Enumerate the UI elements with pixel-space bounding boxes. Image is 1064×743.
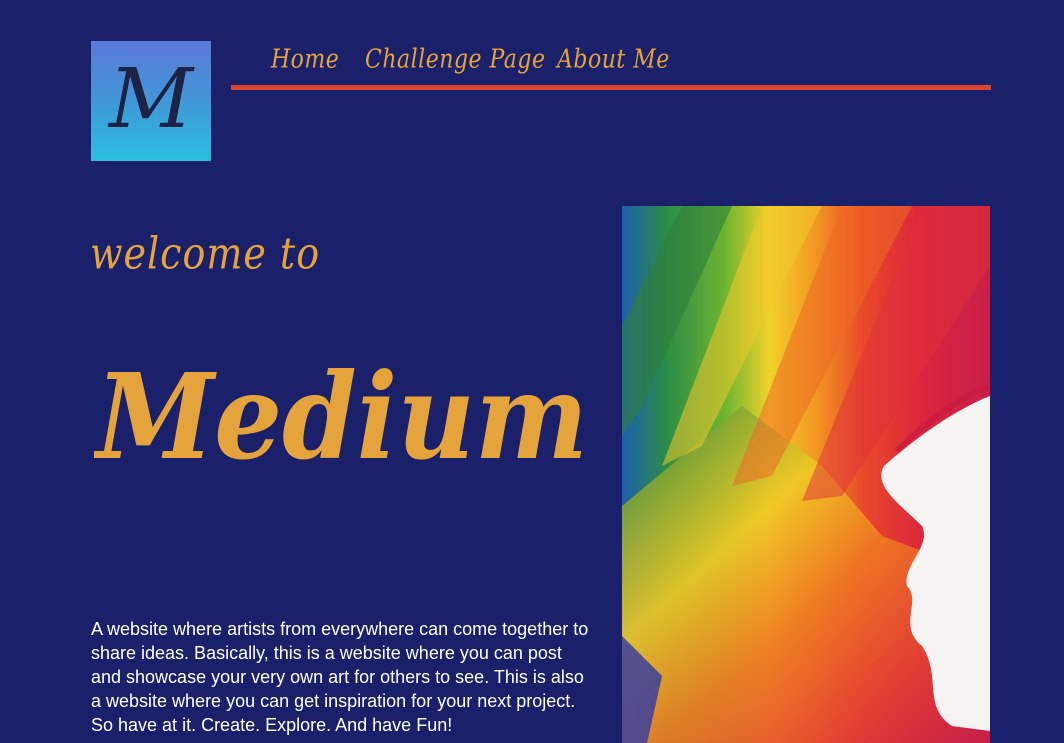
svg-text:M: M — [107, 52, 195, 147]
brand-wordmark: Medium — [92, 340, 594, 500]
site-description: A website where artists from everywhere … — [91, 619, 589, 735]
nav-link-about-me[interactable]: About Me — [557, 45, 670, 75]
hero-image — [622, 206, 990, 743]
main-nav: Home Challenge Page About Me — [231, 41, 991, 90]
nav-link-home[interactable]: Home — [271, 45, 339, 75]
site-logo[interactable]: M — [91, 41, 211, 161]
welcome-heading: welcome to — [90, 228, 321, 279]
logo-monogram-icon: M — [107, 52, 195, 147]
brand-name: Medium — [94, 347, 588, 486]
rainbow-paint-stroke-icon — [622, 206, 990, 743]
nav-link-challenge-page[interactable]: Challenge Page — [365, 45, 546, 75]
nav-underline — [231, 85, 991, 90]
